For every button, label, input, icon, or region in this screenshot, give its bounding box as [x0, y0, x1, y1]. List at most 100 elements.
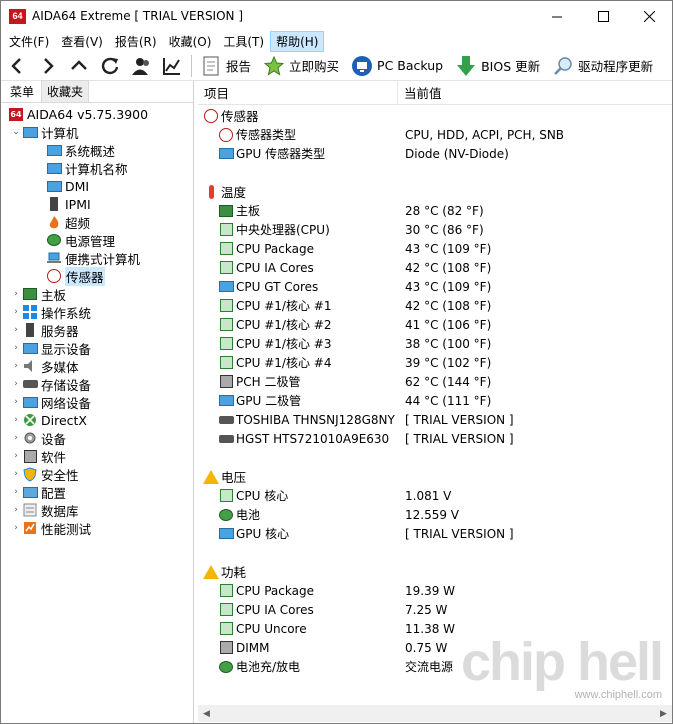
horizontal-scrollbar[interactable]: ◀ ▶	[198, 705, 672, 722]
scroll-right-icon[interactable]: ▶	[655, 705, 672, 722]
tree-item-motherboard[interactable]: › 主板	[1, 285, 193, 303]
list-item[interactable]: CPU IA Cores 42 °C (108 °F)	[198, 258, 672, 277]
user-button[interactable]	[125, 52, 156, 80]
expand-chevron-icon[interactable]: ›	[10, 432, 22, 444]
tree-item-computer-name[interactable]: 计算机名称	[1, 159, 193, 177]
buy-now-button[interactable]: 立即购买	[259, 53, 343, 79]
list-item[interactable]: GPU 传感器类型 Diode (NV-Diode)	[198, 144, 672, 163]
menu-tools[interactable]: 工具(T)	[217, 31, 270, 52]
menu-help[interactable]: 帮助(H)	[270, 30, 325, 52]
tree-item-label: 系统概述	[65, 143, 116, 159]
list-item[interactable]: CPU #1/核心 #2 41 °C (106 °F)	[198, 315, 672, 334]
tree-item-computer[interactable]: ⌄ 计算机	[1, 123, 193, 141]
expand-chevron-icon[interactable]: ›	[10, 504, 22, 516]
tree-item-label: 服务器	[41, 323, 79, 339]
tree-item-server[interactable]: › 服务器	[1, 321, 193, 339]
close-button[interactable]	[626, 1, 672, 31]
expand-chevron-icon[interactable]: ›	[10, 414, 22, 426]
expand-chevron-icon[interactable]: ›	[10, 468, 22, 480]
tree-item-security[interactable]: › 安全性	[1, 465, 193, 483]
expand-chevron-icon[interactable]: ›	[10, 486, 22, 498]
list-item[interactable]: 主板 28 °C (82 °F)	[198, 201, 672, 220]
expand-chevron-icon[interactable]: ›	[10, 450, 22, 462]
tree-item-sensor[interactable]: 传感器	[1, 266, 193, 286]
tree-item-power[interactable]: 电源管理	[1, 231, 193, 249]
tree-item-display[interactable]: › 显示设备	[1, 339, 193, 357]
tree-item-multimedia[interactable]: › 多媒体	[1, 357, 193, 375]
list-item[interactable]: CPU GT Cores 43 °C (109 °F)	[198, 277, 672, 296]
section-header-temperature[interactable]: 温度	[198, 182, 672, 201]
list-item[interactable]: CPU #1/核心 #1 42 °C (108 °F)	[198, 296, 672, 315]
list-item[interactable]: CPU IA Cores 7.25 W	[198, 600, 672, 619]
section-title: 传感器	[221, 109, 259, 124]
item-value: CPU, HDD, ACPI, PCH, SNB	[405, 127, 565, 142]
tree-item-summary[interactable]: 系统概述	[1, 141, 193, 159]
list-item[interactable]: 中央处理器(CPU) 30 °C (86 °F)	[198, 220, 672, 239]
tree-item-network[interactable]: › 网络设备	[1, 393, 193, 411]
list-item[interactable]: PCH 二极管 62 °C (144 °F)	[198, 372, 672, 391]
expand-chevron-icon[interactable]: ›	[10, 360, 22, 372]
expand-chevron-icon[interactable]: ›	[10, 324, 22, 336]
tree-item-database[interactable]: › 数据库	[1, 501, 193, 519]
tree-root[interactable]: 64 AIDA64 v5.75.3900	[1, 105, 193, 123]
tree-item-ipmi[interactable]: IPMI	[1, 195, 193, 213]
chart-button[interactable]	[156, 52, 187, 80]
minimize-button[interactable]	[534, 1, 580, 31]
expand-chevron-icon[interactable]: ›	[10, 306, 22, 318]
collapse-chevron-icon[interactable]: ⌄	[10, 126, 22, 138]
driver-update-button[interactable]: 驱动程序更新	[548, 53, 657, 79]
expand-chevron-icon[interactable]: ›	[10, 396, 22, 408]
tree-item-directx[interactable]: › DirectX	[1, 411, 193, 429]
column-header-item[interactable]: 项目	[198, 80, 398, 105]
section-header-sensor[interactable]: 传感器	[198, 106, 672, 125]
bios-update-button[interactable]: BIOS 更新	[451, 53, 544, 79]
expand-chevron-icon[interactable]: ›	[10, 522, 22, 534]
gauge-icon	[46, 268, 62, 284]
menu-report[interactable]: 报告(R)	[109, 31, 163, 52]
tab-favorites[interactable]: 收藏夹	[41, 80, 90, 102]
section-header-power[interactable]: 功耗	[198, 562, 672, 581]
cpu-chip-icon	[218, 602, 234, 618]
list-item[interactable]: 电池 12.559 V	[198, 505, 672, 524]
report-button[interactable]: 报告	[196, 53, 255, 79]
forward-button[interactable]	[32, 52, 63, 80]
tree-item-dmi[interactable]: DMI	[1, 177, 193, 195]
tree-item-overclock[interactable]: 超频	[1, 213, 193, 231]
pc-backup-button[interactable]: PC Backup	[347, 53, 447, 79]
tab-menu[interactable]: 菜单	[5, 81, 40, 102]
cpu-chip-icon	[218, 317, 234, 333]
expand-chevron-icon[interactable]: ›	[10, 342, 22, 354]
tree-item-benchmark[interactable]: › 性能测试	[1, 519, 193, 537]
list-item[interactable]: CPU Package 43 °C (109 °F)	[198, 239, 672, 258]
tree-item-storage[interactable]: › 存储设备	[1, 375, 193, 393]
tree-item-config[interactable]: › 配置	[1, 483, 193, 501]
item-name: PCH 二极管	[236, 375, 301, 389]
expand-chevron-icon[interactable]: ›	[10, 288, 22, 300]
scroll-left-icon[interactable]: ◀	[198, 705, 215, 722]
maximize-button[interactable]	[580, 1, 626, 31]
menu-view[interactable]: 查看(V)	[55, 31, 109, 52]
list-item[interactable]: CPU Package 19.39 W	[198, 581, 672, 600]
list-item[interactable]: CPU #1/核心 #3 38 °C (100 °F)	[198, 334, 672, 353]
list-item[interactable]: GPU 二极管 44 °C (111 °F)	[198, 391, 672, 410]
tree-item-devices[interactable]: › 设备	[1, 429, 193, 447]
menu-file[interactable]: 文件(F)	[3, 31, 55, 52]
list-item[interactable]: GPU 核心 [ TRIAL VERSION ]	[198, 524, 672, 543]
list-item[interactable]: 传感器类型 CPU, HDD, ACPI, PCH, SNB	[198, 125, 672, 144]
tree-item-os[interactable]: › 操作系统	[1, 303, 193, 321]
tree-item-software[interactable]: › 软件	[1, 447, 193, 465]
back-button[interactable]	[1, 52, 32, 80]
column-header-value[interactable]: 当前值	[398, 83, 442, 102]
refresh-button[interactable]	[94, 52, 125, 80]
list-item[interactable]: CPU 核心 1.081 V	[198, 486, 672, 505]
list-item[interactable]: CPU #1/核心 #4 39 °C (102 °F)	[198, 353, 672, 372]
list-item[interactable]: HGST HTS721010A9E630 [ TRIAL VERSION ]	[198, 429, 672, 448]
tree-item-portable[interactable]: 便携式计算机	[1, 249, 193, 267]
section-header-voltage[interactable]: 电压	[198, 467, 672, 486]
item-value: 11.38 W	[405, 621, 456, 636]
toolbar: 报告 立即购买 PC Backup BIOS 更新 驱动程序更新	[1, 51, 672, 81]
list-item[interactable]: TOSHIBA THNSNJ128G8NY [ TRIAL VERSION ]	[198, 410, 672, 429]
menu-favorites[interactable]: 收藏(O)	[163, 31, 218, 52]
expand-chevron-icon[interactable]: ›	[10, 378, 22, 390]
up-button[interactable]	[63, 52, 94, 80]
